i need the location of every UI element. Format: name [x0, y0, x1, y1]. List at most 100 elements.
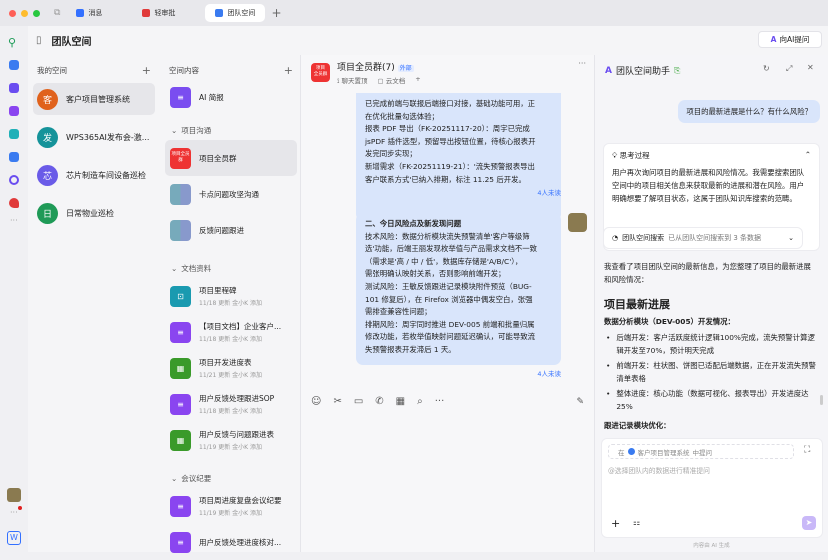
- wps-icon[interactable]: W: [7, 531, 21, 545]
- approval-icon: [142, 9, 150, 17]
- bullet-icon: •: [606, 388, 610, 413]
- user-avatar[interactable]: [7, 488, 21, 502]
- content-item-text: 【项目文档】企业客户...11/18 更新 金小K 添加: [199, 321, 281, 343]
- content-item[interactable]: 反馈问题跟进: [165, 212, 297, 248]
- section-header[interactable]: ⌄项目沟通: [165, 120, 297, 140]
- verified-icon: ⎘: [674, 66, 680, 76]
- search-result-chip[interactable]: ◔ 团队空间搜索 已从团队空间搜索到 3 条数据 ⌄: [603, 227, 803, 249]
- section-header[interactable]: ⌄会议纪要: [165, 468, 297, 488]
- close-window-button[interactable]: [9, 10, 16, 17]
- meeting-icon[interactable]: [9, 83, 19, 93]
- search-icon[interactable]: ⚲: [8, 36, 16, 49]
- format-icon[interactable]: ✎: [576, 397, 584, 407]
- add-button[interactable]: +: [611, 517, 620, 530]
- space-avatar: 发: [37, 127, 58, 148]
- content-item[interactable]: 卡点问题攻坚沟通: [165, 176, 297, 212]
- scope-selector[interactable]: 在客户项目管理系统中提问: [608, 444, 794, 459]
- unread-count[interactable]: 4人未读: [501, 187, 561, 197]
- notification-dot: [18, 506, 22, 510]
- emoji-icon[interactable]: ☺: [311, 396, 321, 407]
- phone-icon[interactable]: ✆: [375, 396, 383, 407]
- copy-icon[interactable]: ⧉: [54, 8, 60, 18]
- calendar-icon[interactable]: ▦: [396, 396, 405, 407]
- more-icon[interactable]: ···: [435, 396, 445, 407]
- ai-question-input[interactable]: @选择团队内的数据进行精准提问: [608, 465, 818, 475]
- space-content-panel: 空间内容+ ≡AI 简报 ⌄项目沟通项目全员群项目全员群卡点问题攻坚沟通反馈问题…: [165, 64, 297, 560]
- more-apps-icon[interactable]: ···: [10, 216, 18, 225]
- history-icon[interactable]: ↻: [763, 64, 770, 73]
- content-item-text: 项目全员群: [199, 153, 237, 164]
- message-bubble: 二、今日风险点及新发现问题 技术风险：数据分析模块流失预警清单'客户等级筛选'功…: [356, 213, 561, 365]
- chevron-down-icon: ⌄: [171, 126, 177, 135]
- message-line: 已完成前端与联报后端接口对接，基础功能可用，正: [365, 98, 552, 111]
- maximize-window-button[interactable]: [33, 10, 40, 17]
- space-item[interactable]: 客客户项目管理系统: [33, 83, 155, 115]
- message-line: 需排查兼容性问题；: [365, 306, 552, 319]
- section-header[interactable]: ⌄文档资料: [165, 258, 297, 278]
- docs-icon[interactable]: [9, 106, 19, 116]
- chevron-up-icon[interactable]: ⌃: [805, 150, 811, 161]
- content-item[interactable]: ⊡项目里程碑11/18 更新 金小K 添加: [165, 278, 297, 314]
- sidebar-toggle-icon[interactable]: ▯: [36, 35, 42, 46]
- message-line: 客户联系方式'已纳入排期，标注 11.25 后开发。: [365, 174, 552, 187]
- apps-icon[interactable]: ⚏: [633, 518, 640, 527]
- more-icon[interactable]: ···: [10, 508, 18, 517]
- content-item[interactable]: ▦用户反馈与问题跟进表11/19 更新 金小K 添加: [165, 422, 297, 458]
- content-item[interactable]: ≡用户反馈处理跟进SOP11/18 更新 金小K 添加: [165, 386, 297, 422]
- content-item[interactable]: ≡【项目文档】企业客户...11/18 更新 金小K 添加: [165, 314, 297, 350]
- ai-brief-item[interactable]: ≡AI 简报: [165, 82, 297, 112]
- space-name: 客户项目管理系统: [66, 94, 130, 105]
- scrollbar[interactable]: [820, 395, 823, 405]
- space-icon: [628, 448, 635, 455]
- message-input[interactable]: [307, 415, 589, 545]
- add-space-button[interactable]: +: [142, 64, 151, 77]
- tab-approval[interactable]: 轻审批: [132, 4, 185, 22]
- content-item[interactable]: ≡项目周进度复盘会议纪要11/19 更新 金小K 添加: [165, 488, 297, 524]
- chat-tab-docs[interactable]: ▢ 云文档: [377, 75, 405, 86]
- folder-icon[interactable]: ▭: [354, 396, 363, 407]
- new-tab-button[interactable]: +: [271, 6, 281, 20]
- sheet-icon: ▦: [170, 430, 191, 451]
- scissors-icon[interactable]: ✂: [333, 396, 341, 407]
- message-line: 技术风险：数据分析模块流失预警清单'客户等级筛: [365, 231, 552, 244]
- content-item[interactable]: ▦项目开发进度表11/21 更新 金小K 添加: [165, 350, 297, 386]
- space-item[interactable]: 发WPS365AI发布会-激...: [33, 121, 155, 153]
- expand-icon[interactable]: ⤢: [786, 64, 792, 74]
- message-line: 需张明确认映射关系，否则影响前端开发；: [365, 268, 552, 281]
- loop-icon[interactable]: [9, 175, 19, 185]
- content-item-text: 反馈问题跟进: [199, 225, 244, 236]
- screenshot-icon[interactable]: ⌕: [417, 396, 423, 407]
- fullscreen-icon[interactable]: ⛶: [804, 445, 810, 455]
- content-item-text: 用户反馈处理进度核对...: [199, 537, 281, 548]
- tab-messages[interactable]: 消息: [66, 4, 112, 22]
- chat-tab-pinned[interactable]: ⟟ 聊天置顶: [337, 75, 367, 86]
- add-content-button[interactable]: +: [284, 64, 293, 77]
- sender-avatar[interactable]: [568, 213, 587, 232]
- ai-input-box: 在客户项目管理系统中提问 ⛶ @选择团队内的数据进行精准提问 + ⚏ ➤: [601, 438, 823, 538]
- thinking-header[interactable]: 💡︎ 思考过程⌃: [612, 150, 811, 161]
- message-line: 101 修复后），在 Firefox 浏览器中偶发空白，张强: [365, 294, 552, 307]
- space-avatar: 日: [37, 203, 58, 224]
- close-icon[interactable]: ✕: [807, 63, 814, 72]
- add-chat-tab-button[interactable]: +: [415, 75, 420, 86]
- content-item[interactable]: ≡用户反馈处理进度核对...: [165, 524, 297, 560]
- chat-panel: 项目全员群 项目全员群(7) 外部 ⟟ 聊天置顶 ▢ 云文档 + ··· 已完成…: [300, 55, 595, 552]
- message-line: 选'功能，后端王丽发现枚举值与产品需求文档不一致: [365, 243, 552, 256]
- send-button[interactable]: ➤: [802, 516, 816, 530]
- content-item[interactable]: 项目全员群项目全员群: [165, 140, 297, 176]
- message-line: 新增需求（FK-20251119-21）：'流失预警报表导出: [365, 161, 552, 174]
- ask-ai-button[interactable]: A 向AI提问: [758, 31, 822, 48]
- space-item[interactable]: 芯芯片制造车间设备巡检: [33, 159, 155, 191]
- team-space-rail-icon[interactable]: [9, 152, 19, 162]
- minimize-window-button[interactable]: [21, 10, 28, 17]
- unread-count[interactable]: 4人未读: [501, 368, 561, 378]
- more-options-icon[interactable]: ···: [578, 59, 586, 68]
- calendar-icon[interactable]: [9, 60, 19, 70]
- group-avatar-grid-icon: [170, 220, 191, 241]
- approval-rail-icon[interactable]: [9, 198, 19, 208]
- tab-team-space[interactable]: 团队空间: [205, 4, 265, 22]
- cube-icon[interactable]: [9, 129, 19, 139]
- chevron-down-icon: ⌄: [788, 234, 794, 242]
- ai-brief-icon: ≡: [170, 87, 191, 108]
- space-item[interactable]: 日日常物业巡检: [33, 197, 155, 229]
